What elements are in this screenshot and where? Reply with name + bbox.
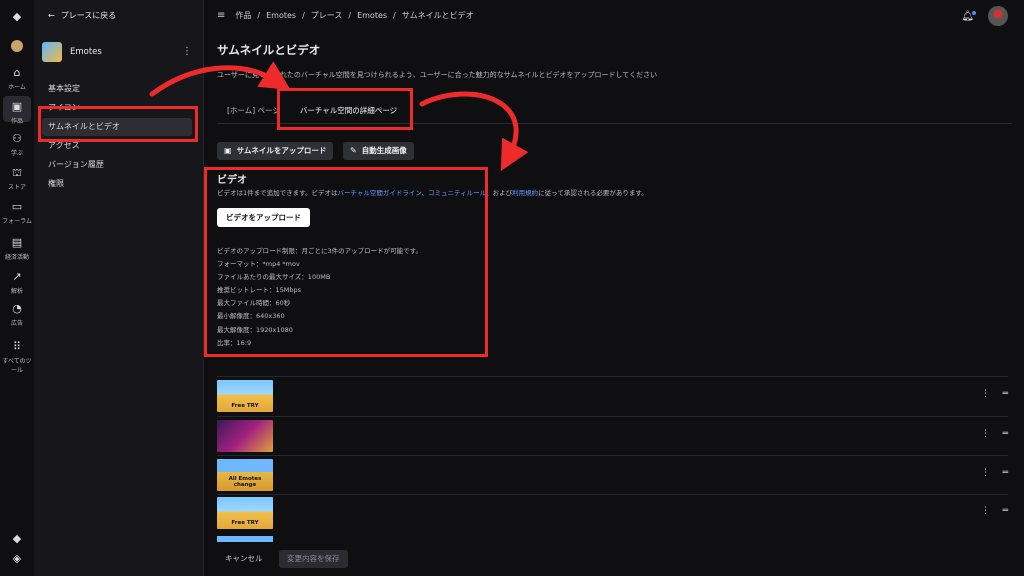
thumbnail-row[interactable]: Free TRY ⋮ ═ — [217, 380, 1008, 412]
thumbnail-row[interactable]: All Emotes change ⋮ ═ — [217, 459, 1008, 491]
rail-item-home[interactable]: ⌂ ホーム — [0, 66, 34, 91]
annotation-box-video — [204, 167, 488, 357]
bell-icon[interactable]: 🔔︎ — [961, 10, 976, 22]
thumbnail-row[interactable]: ⋮ ═ — [217, 420, 1008, 452]
top-right-controls: 🔔︎ — [961, 6, 1008, 26]
sidebar-item-permissions[interactable]: 権限 — [48, 175, 198, 193]
menu-icon[interactable]: ≡ — [217, 10, 225, 21]
upload-thumbnail-button[interactable]: ▣ サムネイルをアップロード — [217, 142, 334, 160]
creations-icon: ▣ — [11, 100, 23, 113]
page-title: サムネイルとビデオ — [217, 43, 321, 57]
rail-item-store[interactable]: ⛫ ストア — [0, 166, 34, 191]
roblox-studio-icon[interactable]: ◆ — [0, 532, 34, 548]
breadcrumb-item[interactable]: Emotes — [357, 11, 387, 20]
thumbnail-partial — [217, 536, 273, 542]
more-options-icon[interactable]: ⋮ — [981, 506, 990, 516]
cancel-button[interactable]: キャンセル — [217, 550, 271, 568]
settings-sidebar: ← プレースに戻る Emotes ⋮ 基本設定 アイコン サムネイルとビデオ ア… — [34, 0, 204, 576]
breadcrumb-current: サムネイルとビデオ — [401, 11, 474, 20]
avatar[interactable] — [988, 6, 1008, 26]
more-options-icon[interactable]: ⋮ — [182, 46, 192, 57]
analytics-icon: ↗ — [12, 270, 22, 283]
breadcrumb-item[interactable]: プレース — [311, 10, 343, 21]
thumbnail-image: All Emotes change — [217, 459, 273, 491]
ads-icon: ◔ — [12, 302, 22, 315]
terms-link[interactable]: 利用規約 — [512, 189, 538, 197]
grid-icon: ⠿ — [12, 340, 22, 353]
store-icon: ⛫ — [11, 166, 23, 179]
left-rail: ◆ ⌂ ホーム ▣ 作品 ⚇ 学ぶ ⛫ ストア ▭ フォーラム ▤ 経済活動 ↗ 解析 ◔ 広告… — [0, 0, 34, 576]
game-name: Emotes — [70, 47, 102, 57]
drag-handle-icon[interactable]: ═ — [1003, 389, 1008, 399]
rail-item-ads[interactable]: ◔ 広告 — [0, 302, 34, 327]
breadcrumb: ≡ 作品 / Emotes / プレース / Emotes / サムネイルとビデオ — [217, 10, 474, 21]
save-changes-button[interactable]: 変更内容を保存 — [279, 550, 348, 568]
sidebar-item-basic-settings[interactable]: 基本設定 — [48, 80, 198, 98]
divider — [217, 376, 1008, 377]
more-options-icon[interactable]: ⋮ — [981, 429, 990, 439]
rail-item-economy[interactable]: ▤ 経済活動 — [0, 236, 34, 261]
learn-icon: ⚇ — [12, 132, 22, 145]
thumbnail-row[interactable]: Free TRY ⋮ ═ — [217, 497, 1008, 529]
arrow-left-icon: ← — [48, 11, 55, 20]
wallet-icon: ▤ — [11, 236, 23, 249]
rail-item-creations[interactable]: ▣ 作品 — [3, 96, 31, 125]
breadcrumb-item[interactable]: 作品 — [235, 10, 251, 21]
drag-handle-icon[interactable]: ═ — [1003, 506, 1008, 516]
roblox-logo-icon[interactable]: ◆ — [0, 10, 34, 26]
page-description: ユーザーに見つけられたのバーチャル空間を見つけられるよう、ユーザーに合った魅力的… — [217, 71, 658, 79]
magic-wand-icon: ✎ — [350, 146, 357, 155]
back-to-place-link[interactable]: ← プレースに戻る — [48, 10, 116, 21]
annotation-box-sidebar — [38, 106, 198, 142]
drag-handle-icon[interactable]: ═ — [1003, 468, 1008, 478]
sidebar-item-version-history[interactable]: バージョン履歴 — [48, 156, 198, 174]
home-icon: ⌂ — [13, 66, 21, 79]
divider — [217, 416, 1008, 417]
drag-handle-icon[interactable]: ═ — [1003, 429, 1008, 439]
annotation-box-tab — [277, 88, 413, 130]
thumbnail-image: Free TRY — [217, 497, 273, 529]
divider — [217, 494, 1008, 495]
thumbnail-image — [217, 420, 273, 452]
more-options-icon[interactable]: ⋮ — [981, 389, 990, 399]
rail-item-learn[interactable]: ⚇ 学ぶ — [0, 132, 34, 157]
rail-item-all-tools[interactable]: ⠿ すべてのツール — [0, 340, 34, 374]
forum-icon: ▭ — [11, 200, 23, 213]
breadcrumb-item[interactable]: Emotes — [266, 11, 296, 20]
user-avatar-icon[interactable] — [0, 40, 34, 54]
auto-generate-button[interactable]: ✎ 自動生成画像 — [343, 142, 414, 160]
game-thumbnail — [42, 42, 62, 62]
more-options-icon[interactable]: ⋮ — [981, 468, 990, 478]
divider — [217, 455, 1008, 456]
image-icon: ▣ — [224, 146, 232, 155]
roblox-icon[interactable]: ◈ — [0, 552, 34, 568]
rail-item-analytics[interactable]: ↗ 解析 — [0, 270, 34, 295]
thumbnail-image: Free TRY — [217, 380, 273, 412]
rail-item-forum[interactable]: ▭ フォーラム — [0, 200, 34, 225]
